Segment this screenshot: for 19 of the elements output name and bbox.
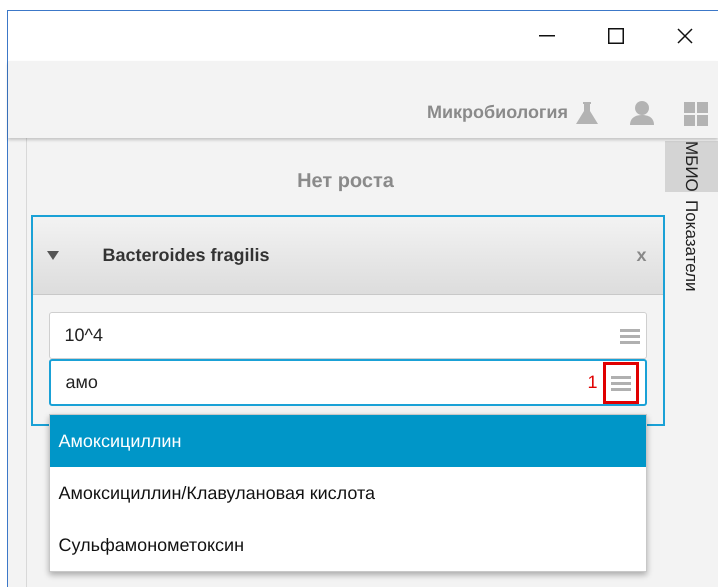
maximize-icon[interactable] [608, 28, 624, 44]
suggestion-item[interactable]: Амоксициллин/Клавулановая кислота [50, 467, 646, 519]
flask-icon[interactable] [574, 100, 600, 126]
input-field[interactable]: амо 1 [48, 359, 646, 406]
side-tab[interactable]: МБИО [664, 141, 718, 192]
menu-icon[interactable] [610, 374, 630, 392]
grid-icon[interactable] [684, 102, 708, 126]
callout-number: 1 [587, 371, 598, 394]
field-value: 10^4 [64, 324, 104, 347]
menu-icon[interactable] [620, 326, 640, 344]
field-value: амо [66, 371, 99, 394]
caret-icon[interactable] [46, 251, 58, 260]
suggestion-item[interactable]: Сульфамонометоксин [50, 519, 646, 571]
card-title: Bacteroides fragilis [102, 244, 270, 267]
minimize-icon[interactable] [539, 35, 555, 37]
input-field[interactable]: 10^4 [48, 312, 646, 359]
user-icon[interactable] [630, 100, 654, 126]
close-icon[interactable] [677, 28, 693, 44]
status-label: Нет роста [297, 169, 394, 194]
